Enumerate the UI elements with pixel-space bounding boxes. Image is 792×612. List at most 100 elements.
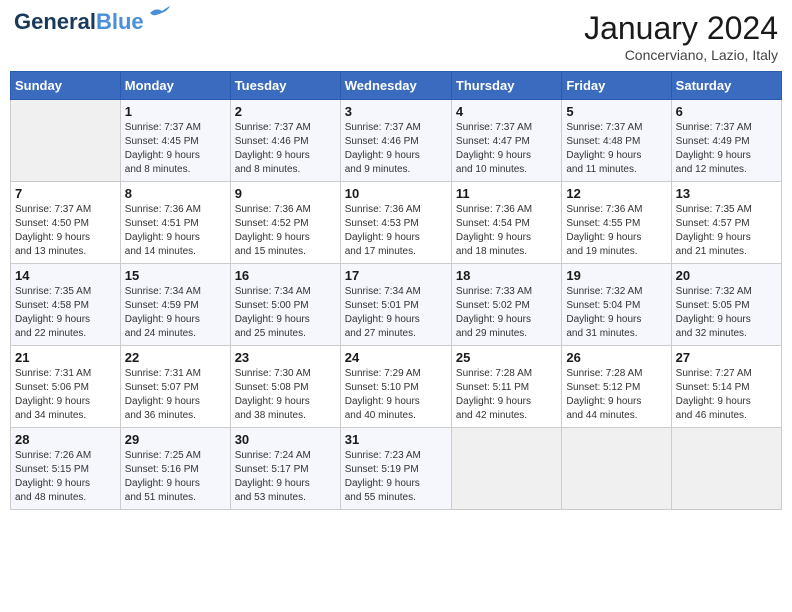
day-detail: Sunrise: 7:35 AM Sunset: 4:57 PM Dayligh… xyxy=(676,203,777,259)
logo-text: GeneralBlue xyxy=(14,10,144,34)
calendar-cell: 15 Sunrise: 7:34 AM Sunset: 4:59 PM Dayli… xyxy=(120,264,230,346)
calendar-week-1: 1Sunrise: 7:37 AM Sunset: 4:45 PM Daylig… xyxy=(11,100,782,182)
day-number: 15 xyxy=(125,268,226,283)
calendar-cell: 30 Sunrise: 7:24 AM Sunset: 5:17 PM Dayli… xyxy=(230,428,340,510)
logo: GeneralBlue xyxy=(14,10,170,34)
calendar-cell: 17Sunrise: 7:34 AM Sunset: 5:01 PM Dayli… xyxy=(340,264,451,346)
calendar-cell: 12Sunrise: 7:36 AM Sunset: 4:55 PM Dayli… xyxy=(562,182,671,264)
page-header: GeneralBlue January 2024 Concerviano, La… xyxy=(10,10,782,63)
day-number: 13 xyxy=(676,186,777,201)
day-detail: Sunrise: 7:28 AM Sunset: 5:12 PM Dayligh… xyxy=(566,367,666,423)
day-detail: Sunrise: 7:32 AM Sunset: 5:04 PM Dayligh… xyxy=(566,285,666,341)
day-number: 23 xyxy=(235,350,336,365)
calendar-cell: 25 Sunrise: 7:28 AM Sunset: 5:11 PM Dayli… xyxy=(451,346,561,428)
col-header-monday: Monday xyxy=(120,72,230,100)
calendar-cell: 1Sunrise: 7:37 AM Sunset: 4:45 PM Daylig… xyxy=(120,100,230,182)
calendar-cell: 2 Sunrise: 7:37 AM Sunset: 4:46 PM Daylig… xyxy=(230,100,340,182)
day-number: 7 xyxy=(15,186,116,201)
day-number: 8 xyxy=(125,186,226,201)
calendar-cell: 27 Sunrise: 7:27 AM Sunset: 5:14 PM Dayli… xyxy=(671,346,781,428)
day-number: 28 xyxy=(15,432,116,447)
day-detail: Sunrise: 7:30 AM Sunset: 5:08 PM Dayligh… xyxy=(235,367,336,423)
calendar-cell xyxy=(11,100,121,182)
day-number: 22 xyxy=(125,350,226,365)
day-number: 20 xyxy=(676,268,777,283)
col-header-thursday: Thursday xyxy=(451,72,561,100)
day-number: 27 xyxy=(676,350,777,365)
calendar-cell: 13 Sunrise: 7:35 AM Sunset: 4:57 PM Dayli… xyxy=(671,182,781,264)
calendar-cell: 31Sunrise: 7:23 AM Sunset: 5:19 PM Dayli… xyxy=(340,428,451,510)
day-number: 25 xyxy=(456,350,557,365)
day-number: 1 xyxy=(125,104,226,119)
day-number: 4 xyxy=(456,104,557,119)
col-header-saturday: Saturday xyxy=(671,72,781,100)
day-detail: Sunrise: 7:29 AM Sunset: 5:10 PM Dayligh… xyxy=(345,367,447,423)
day-number: 19 xyxy=(566,268,666,283)
day-number: 11 xyxy=(456,186,557,201)
calendar-cell: 9Sunrise: 7:36 AM Sunset: 4:52 PM Daylig… xyxy=(230,182,340,264)
day-detail: Sunrise: 7:33 AM Sunset: 5:02 PM Dayligh… xyxy=(456,285,557,341)
day-detail: Sunrise: 7:37 AM Sunset: 4:46 PM Dayligh… xyxy=(235,121,336,177)
month-title: January 2024 xyxy=(584,10,778,47)
day-number: 16 xyxy=(235,268,336,283)
day-detail: Sunrise: 7:35 AM Sunset: 4:58 PM Dayligh… xyxy=(15,285,116,341)
calendar-cell: 8 Sunrise: 7:36 AM Sunset: 4:51 PM Daylig… xyxy=(120,182,230,264)
calendar-cell xyxy=(562,428,671,510)
day-detail: Sunrise: 7:36 AM Sunset: 4:51 PM Dayligh… xyxy=(125,203,226,259)
calendar-cell: 29Sunrise: 7:25 AM Sunset: 5:16 PM Dayli… xyxy=(120,428,230,510)
calendar-week-2: 7 Sunrise: 7:37 AM Sunset: 4:50 PM Daylig… xyxy=(11,182,782,264)
calendar-cell xyxy=(451,428,561,510)
day-number: 26 xyxy=(566,350,666,365)
day-detail: Sunrise: 7:36 AM Sunset: 4:55 PM Dayligh… xyxy=(566,203,666,259)
calendar-cell: 10 Sunrise: 7:36 AM Sunset: 4:53 PM Dayli… xyxy=(340,182,451,264)
day-detail: Sunrise: 7:36 AM Sunset: 4:52 PM Dayligh… xyxy=(235,203,336,259)
day-detail: Sunrise: 7:23 AM Sunset: 5:19 PM Dayligh… xyxy=(345,449,447,505)
day-number: 5 xyxy=(566,104,666,119)
calendar-cell: 7 Sunrise: 7:37 AM Sunset: 4:50 PM Daylig… xyxy=(11,182,121,264)
calendar-cell: 18 Sunrise: 7:33 AM Sunset: 5:02 PM Dayli… xyxy=(451,264,561,346)
day-detail: Sunrise: 7:26 AM Sunset: 5:15 PM Dayligh… xyxy=(15,449,116,505)
day-detail: Sunrise: 7:28 AM Sunset: 5:11 PM Dayligh… xyxy=(456,367,557,423)
day-detail: Sunrise: 7:36 AM Sunset: 4:53 PM Dayligh… xyxy=(345,203,447,259)
calendar-week-3: 14 Sunrise: 7:35 AM Sunset: 4:58 PM Dayli… xyxy=(11,264,782,346)
calendar-cell xyxy=(671,428,781,510)
col-header-wednesday: Wednesday xyxy=(340,72,451,100)
day-detail: Sunrise: 7:37 AM Sunset: 4:48 PM Dayligh… xyxy=(566,121,666,177)
day-detail: Sunrise: 7:25 AM Sunset: 5:16 PM Dayligh… xyxy=(125,449,226,505)
day-number: 30 xyxy=(235,432,336,447)
logo-bird-icon xyxy=(148,5,170,21)
day-number: 14 xyxy=(15,268,116,283)
calendar-week-5: 28 Sunrise: 7:26 AM Sunset: 5:15 PM Dayli… xyxy=(11,428,782,510)
day-detail: Sunrise: 7:31 AM Sunset: 5:07 PM Dayligh… xyxy=(125,367,226,423)
calendar-cell: 26 Sunrise: 7:28 AM Sunset: 5:12 PM Dayli… xyxy=(562,346,671,428)
calendar-header-row: SundayMondayTuesdayWednesdayThursdayFrid… xyxy=(11,72,782,100)
day-detail: Sunrise: 7:34 AM Sunset: 5:00 PM Dayligh… xyxy=(235,285,336,341)
day-detail: Sunrise: 7:37 AM Sunset: 4:47 PM Dayligh… xyxy=(456,121,557,177)
calendar-cell: 3Sunrise: 7:37 AM Sunset: 4:46 PM Daylig… xyxy=(340,100,451,182)
day-detail: Sunrise: 7:24 AM Sunset: 5:17 PM Dayligh… xyxy=(235,449,336,505)
calendar-cell: 22 Sunrise: 7:31 AM Sunset: 5:07 PM Dayli… xyxy=(120,346,230,428)
calendar-cell: 20 Sunrise: 7:32 AM Sunset: 5:05 PM Dayli… xyxy=(671,264,781,346)
day-number: 24 xyxy=(345,350,447,365)
calendar-cell: 28 Sunrise: 7:26 AM Sunset: 5:15 PM Dayli… xyxy=(11,428,121,510)
day-number: 2 xyxy=(235,104,336,119)
day-detail: Sunrise: 7:37 AM Sunset: 4:50 PM Dayligh… xyxy=(15,203,116,259)
day-detail: Sunrise: 7:27 AM Sunset: 5:14 PM Dayligh… xyxy=(676,367,777,423)
day-number: 6 xyxy=(676,104,777,119)
day-detail: Sunrise: 7:36 AM Sunset: 4:54 PM Dayligh… xyxy=(456,203,557,259)
col-header-friday: Friday xyxy=(562,72,671,100)
col-header-sunday: Sunday xyxy=(11,72,121,100)
day-detail: Sunrise: 7:32 AM Sunset: 5:05 PM Dayligh… xyxy=(676,285,777,341)
day-detail: Sunrise: 7:34 AM Sunset: 4:59 PM Dayligh… xyxy=(125,285,226,341)
title-block: January 2024 Concerviano, Lazio, Italy xyxy=(584,10,778,63)
calendar-cell: 14 Sunrise: 7:35 AM Sunset: 4:58 PM Dayli… xyxy=(11,264,121,346)
day-detail: Sunrise: 7:34 AM Sunset: 5:01 PM Dayligh… xyxy=(345,285,447,341)
day-number: 18 xyxy=(456,268,557,283)
calendar-cell: 21Sunrise: 7:31 AM Sunset: 5:06 PM Dayli… xyxy=(11,346,121,428)
day-number: 10 xyxy=(345,186,447,201)
calendar-cell: 23 Sunrise: 7:30 AM Sunset: 5:08 PM Dayli… xyxy=(230,346,340,428)
day-detail: Sunrise: 7:31 AM Sunset: 5:06 PM Dayligh… xyxy=(15,367,116,423)
calendar-cell: 11 Sunrise: 7:36 AM Sunset: 4:54 PM Dayli… xyxy=(451,182,561,264)
day-detail: Sunrise: 7:37 AM Sunset: 4:46 PM Dayligh… xyxy=(345,121,447,177)
calendar-cell: 16 Sunrise: 7:34 AM Sunset: 5:00 PM Dayli… xyxy=(230,264,340,346)
